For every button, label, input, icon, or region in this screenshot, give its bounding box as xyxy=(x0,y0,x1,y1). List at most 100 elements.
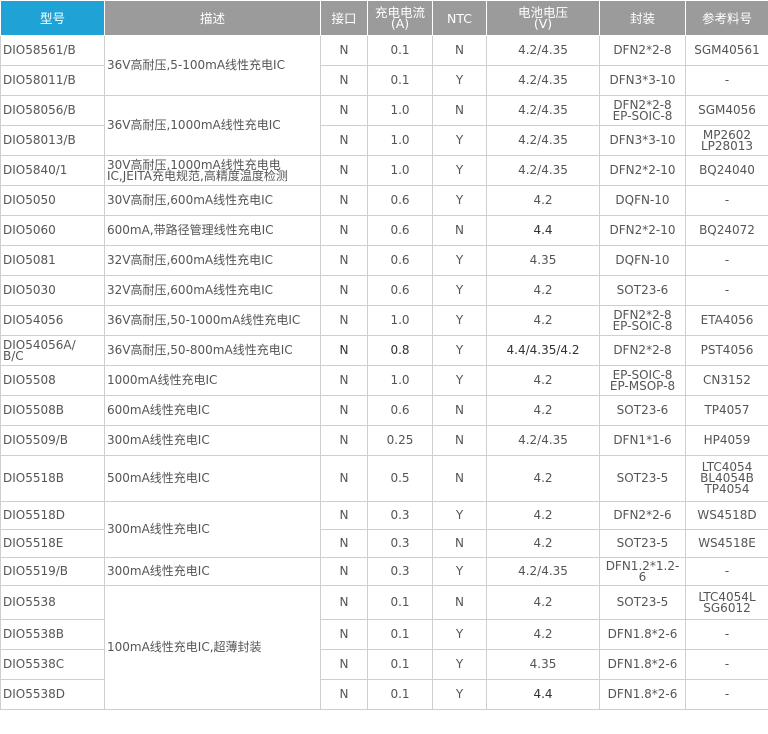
package-cell: DFN2*2-10 xyxy=(599,215,686,246)
current-cell: 0.8 xyxy=(367,335,433,366)
voltage-cell: 4.2 xyxy=(486,585,600,620)
table-row: DIO5508B 600mA线性充电IC N 0.6 N 4.2 SOT23-6… xyxy=(0,395,768,426)
voltage-cell: 4.4 xyxy=(486,679,600,710)
header-battery-voltage: 电池电压 (V) xyxy=(486,0,600,36)
ntc-cell: N xyxy=(432,35,487,66)
header-package: 封装 xyxy=(599,0,686,36)
description-cell: 30V高耐压,600mA线性充电IC xyxy=(104,185,321,216)
description-cell: 30V高耐压,1000mA线性充电电 IC,JEITA充电规范,高精度温度检测 xyxy=(104,155,321,186)
interface-cell: N xyxy=(320,649,368,680)
interface-cell: N xyxy=(320,557,368,586)
table-row: DIO5840/1 30V高耐压,1000mA线性充电电 IC,JEITA充电规… xyxy=(0,155,768,186)
interface-cell: N xyxy=(320,185,368,216)
voltage-cell: 4.2/4.35 xyxy=(486,557,600,586)
model-cell: DIO5509/B xyxy=(0,425,105,456)
ntc-cell: Y xyxy=(432,649,487,680)
package-cell: DFN3*3-10 xyxy=(599,65,686,96)
reference-cell: - xyxy=(685,185,768,216)
current-cell: 1.0 xyxy=(367,95,433,126)
package-cell: DFN1*1-6 xyxy=(599,425,686,456)
table-row: DIO5060 600mA,带路径管理线性充电IC N 0.6 N 4.4 DF… xyxy=(0,215,768,246)
table-row: DIO5081 32V高耐压,600mA线性充电IC N 0.6 Y 4.35 … xyxy=(0,245,768,276)
description-cell: 300mA线性充电IC xyxy=(104,425,321,456)
table-row: DIO58561/B 36V高耐压,5-100mA线性充电IC N 0.1 N … xyxy=(0,35,768,96)
interface-cell: N xyxy=(320,95,368,126)
model-cell: DIO5840/1 xyxy=(0,155,105,186)
interface-cell: N xyxy=(320,335,368,366)
description-cell: 600mA,带路径管理线性充电IC xyxy=(104,215,321,246)
header-description: 描述 xyxy=(104,0,321,36)
current-cell: 0.6 xyxy=(367,245,433,276)
description-cell: 32V高耐压,600mA线性充电IC xyxy=(104,275,321,306)
interface-cell: N xyxy=(320,529,368,558)
package-cell: DQFN-10 xyxy=(599,245,686,276)
interface-cell: N xyxy=(320,275,368,306)
current-cell: 0.25 xyxy=(367,425,433,456)
description-cell: 36V高耐压,5-100mA线性充电IC xyxy=(104,35,321,96)
interface-cell: N xyxy=(320,619,368,650)
model-cell: DIO5538 xyxy=(0,585,105,620)
description-cell: 600mA线性充电IC xyxy=(104,395,321,426)
model-cell: DIO58561/B xyxy=(0,35,105,66)
current-cell: 0.6 xyxy=(367,215,433,246)
reference-cell: HP4059 xyxy=(685,425,768,456)
package-cell: DFN2*2-10 xyxy=(599,155,686,186)
table-row: DIO5030 32V高耐压,600mA线性充电IC N 0.6 Y 4.2 S… xyxy=(0,275,768,306)
table-row: DIO5538 100mA线性充电IC,超薄封装 N 0.1 N 4.2 SOT… xyxy=(0,585,768,710)
ntc-cell: N xyxy=(432,529,487,558)
voltage-cell: 4.2 xyxy=(486,619,600,650)
voltage-cell: 4.4 xyxy=(486,215,600,246)
interface-cell: N xyxy=(320,585,368,620)
model-cell: DIO5538D xyxy=(0,679,105,710)
package-cell: DFN1.2*1.2-6 xyxy=(599,557,686,586)
package-cell: SOT23-6 xyxy=(599,275,686,306)
table-row: DIO5509/B 300mA线性充电IC N 0.25 N 4.2/4.35 … xyxy=(0,425,768,456)
voltage-cell: 4.35 xyxy=(486,245,600,276)
reference-cell: LTC4054 BL4054B TP4054 xyxy=(685,455,768,502)
package-cell: DFN1.8*2-6 xyxy=(599,679,686,710)
model-cell: DIO5508B xyxy=(0,395,105,426)
product-table: 型号 描述 接口 充电电流 (A) NTC 电池电压 (V) 封装 参考料号 D… xyxy=(0,0,768,710)
reference-cell: BQ24040 xyxy=(685,155,768,186)
package-cell: DFN2*2-6 xyxy=(599,501,686,530)
model-cell: DIO54056A/ B/C xyxy=(0,335,105,366)
table-row: DIO5050 30V高耐压,600mA线性充电IC N 0.6 Y 4.2 D… xyxy=(0,185,768,216)
ntc-cell: Y xyxy=(432,305,487,336)
model-cell: DIO5081 xyxy=(0,245,105,276)
reference-cell: SGM40561 xyxy=(685,35,768,66)
ntc-cell: Y xyxy=(432,557,487,586)
interface-cell: N xyxy=(320,215,368,246)
ntc-cell: Y xyxy=(432,185,487,216)
current-cell: 0.6 xyxy=(367,185,433,216)
current-cell: 0.1 xyxy=(367,649,433,680)
reference-cell: ETA4056 xyxy=(685,305,768,336)
interface-cell: N xyxy=(320,425,368,456)
interface-cell: N xyxy=(320,35,368,66)
package-cell: EP-SOIC-8 EP-MSOP-8 xyxy=(599,365,686,396)
current-cell: 0.1 xyxy=(367,35,433,66)
reference-cell: - xyxy=(685,557,768,586)
package-cell: DFN3*3-10 xyxy=(599,125,686,156)
model-cell: DIO5030 xyxy=(0,275,105,306)
description-cell: 1000mA线性充电IC xyxy=(104,365,321,396)
voltage-cell: 4.2/4.35 xyxy=(486,95,600,126)
table-row: DIO5519/B 300mA线性充电IC N 0.3 Y 4.2/4.35 D… xyxy=(0,557,768,586)
interface-cell: N xyxy=(320,501,368,530)
ntc-cell: Y xyxy=(432,619,487,650)
ntc-cell: N xyxy=(432,215,487,246)
ntc-cell: Y xyxy=(432,275,487,306)
current-cell: 1.0 xyxy=(367,305,433,336)
current-cell: 1.0 xyxy=(367,125,433,156)
ntc-cell: N xyxy=(432,455,487,502)
ntc-cell: Y xyxy=(432,155,487,186)
header-model: 型号 xyxy=(0,0,105,36)
model-cell: DIO5518B xyxy=(0,455,105,502)
voltage-cell: 4.2/4.35 xyxy=(486,125,600,156)
package-cell: DFN2*2-8 xyxy=(599,335,686,366)
model-cell: DIO5518E xyxy=(0,529,105,558)
voltage-cell: 4.2/4.35 xyxy=(486,65,600,96)
current-cell: 0.1 xyxy=(367,679,433,710)
description-cell: 36V高耐压,50-1000mA线性充电IC xyxy=(104,305,321,336)
reference-cell: BQ24072 xyxy=(685,215,768,246)
description-cell: 500mA线性充电IC xyxy=(104,455,321,502)
